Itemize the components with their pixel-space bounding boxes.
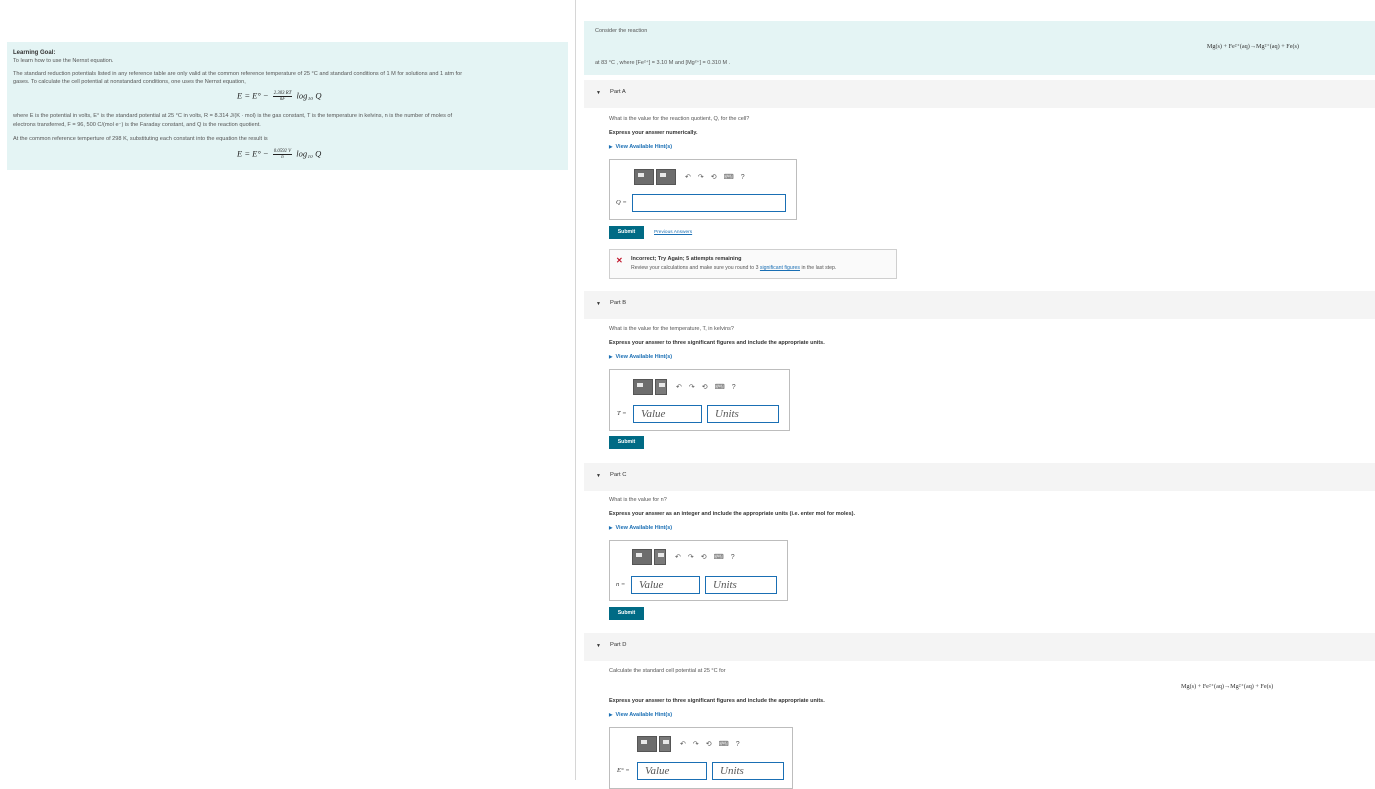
caret-down-icon: ▼ — [596, 90, 601, 96]
part-c-submit-button[interactable]: Submit — [609, 607, 644, 620]
help-icon[interactable]: ? — [736, 741, 740, 748]
undo-icon[interactable]: ↶ — [685, 173, 691, 181]
learning-goal-title: Learning Goal: — [13, 50, 56, 56]
part-d-label: Part D — [610, 642, 627, 648]
caret-right-icon: ▶ — [609, 525, 613, 530]
caret-right-icon: ▶ — [609, 144, 613, 149]
part-d-toolbar: ↶ ↷ ⟲ ⌨ ? — [637, 736, 740, 752]
t-label: T = — [617, 410, 627, 417]
incorrect-x-icon: ✕ — [616, 256, 623, 265]
part-b-answer-box: ↶ ↷ ⟲ ⌨ ? T = Value Units — [609, 369, 790, 431]
part-d-instruction: Express your answer to three significant… — [609, 698, 825, 704]
part-b-hint-link[interactable]: ▶ View Available Hint(s) — [609, 354, 672, 360]
units-tile-icon[interactable] — [659, 736, 671, 752]
units-tile-icon[interactable] — [654, 549, 666, 565]
templates-tile-icon[interactable] — [634, 169, 654, 185]
help-icon[interactable]: ? — [731, 554, 735, 561]
part-a-answer-box: ↶ ↷ ⟲ ⌨ ? Q = — [609, 159, 797, 220]
nernst-equation-298k: E = E° − 0.0592 Vn log₁₀ Q — [237, 148, 322, 160]
keyboard-icon[interactable]: ⌨ — [714, 553, 724, 561]
part-c-toolbar: ↶ ↷ ⟲ ⌨ ? — [632, 549, 735, 565]
templates-tile-icon[interactable] — [632, 549, 652, 565]
part-b-question: What is the value for the temperature, T… — [609, 326, 734, 332]
keyboard-icon[interactable]: ⌨ — [719, 740, 729, 748]
part-d-hint-link[interactable]: ▶ View Available Hint(s) — [609, 712, 672, 718]
goal-line-3: gases. To calculate the cell potential a… — [13, 79, 246, 85]
caret-right-icon: ▶ — [609, 354, 613, 359]
caret-down-icon: ▼ — [596, 301, 601, 307]
goal-line-2: The standard reduction potentials listed… — [13, 71, 463, 77]
part-c-answer-box: ↶ ↷ ⟲ ⌨ ? n = Value Units — [609, 540, 788, 601]
redo-icon[interactable]: ↷ — [698, 173, 704, 181]
part-a-feedback: ✕ Incorrect; Try Again; 5 attempts remai… — [609, 249, 897, 279]
part-d-header[interactable]: ▼ Part D — [584, 633, 1375, 661]
consider-text: Consider the reaction — [595, 28, 648, 34]
part-b-toolbar: ↶ ↷ ⟲ ⌨ ? — [633, 379, 736, 395]
problem-intro: Consider the reaction Mg(s) + Fe²⁺(aq)→M… — [584, 21, 1375, 75]
templates-tile-icon[interactable] — [633, 379, 653, 395]
goal-line-4: where E is the potential in volts, E° is… — [13, 113, 453, 119]
part-a-submit-button[interactable]: Submit — [609, 226, 644, 239]
goal-line-5: electrons transferred, F = 96, 500 C/(mo… — [13, 122, 261, 128]
conditions-text: at 83 °C , where [Fe²⁺] = 3.10 M and [Mg… — [595, 60, 731, 66]
reset-icon[interactable]: ⟲ — [702, 383, 708, 391]
keyboard-icon[interactable]: ⌨ — [715, 383, 725, 391]
redo-icon[interactable]: ↷ — [688, 553, 694, 561]
templates-tile-icon[interactable] — [637, 736, 657, 752]
undo-icon[interactable]: ↶ — [676, 383, 682, 391]
part-a-question: What is the value for the reaction quoti… — [609, 116, 750, 122]
sig-figs-link[interactable]: significant figures — [760, 265, 800, 271]
symbols-tile-icon[interactable] — [656, 169, 676, 185]
part-b-submit-button[interactable]: Submit — [609, 436, 644, 449]
part-a-header[interactable]: ▼ Part A — [584, 80, 1375, 108]
n-units-input[interactable]: Units — [705, 576, 777, 594]
reset-icon[interactable]: ⟲ — [701, 553, 707, 561]
part-a-instruction: Express your answer numerically. — [609, 130, 698, 136]
caret-down-icon: ▼ — [596, 643, 601, 649]
pane-divider — [575, 0, 576, 780]
part-c-hint-link[interactable]: ▶ View Available Hint(s) — [609, 525, 672, 531]
part-b-header[interactable]: ▼ Part B — [584, 291, 1375, 319]
q-label: Q = — [616, 199, 627, 206]
feedback-title: Incorrect; Try Again; 5 attempts remaini… — [631, 256, 742, 262]
units-tile-icon[interactable] — [655, 379, 667, 395]
part-d-reaction: Mg(s) + Fe²⁺(aq)→Mg²⁺(aq) + Fe(s) — [1181, 683, 1274, 690]
part-c-instruction: Express your answer as an integer and in… — [609, 511, 856, 517]
redo-icon[interactable]: ↷ — [693, 740, 699, 748]
part-b-instruction: Express your answer to three significant… — [609, 340, 825, 346]
part-a-label: Part A — [610, 89, 626, 95]
n-value-input[interactable]: Value — [631, 576, 700, 594]
feedback-text: Review your calculations and make sure y… — [631, 265, 837, 271]
part-d-question: Calculate the standard cell potential at… — [609, 668, 726, 674]
goal-line-1: To learn how to use the Nernst equation. — [13, 58, 114, 64]
reset-icon[interactable]: ⟲ — [706, 740, 712, 748]
part-b-label: Part B — [610, 300, 627, 306]
t-units-input[interactable]: Units — [707, 405, 779, 423]
part-c-question: What is the value for n? — [609, 497, 667, 503]
part-a-hint-link[interactable]: ▶ View Available Hint(s) — [609, 144, 672, 150]
help-icon[interactable]: ? — [741, 174, 745, 181]
help-icon[interactable]: ? — [732, 384, 736, 391]
e0-units-input[interactable]: Units — [712, 762, 784, 780]
learning-goal-panel: Learning Goal: To learn how to use the N… — [7, 42, 568, 170]
e0-value-input[interactable]: Value — [637, 762, 707, 780]
keyboard-icon[interactable]: ⌨ — [724, 173, 734, 181]
reset-icon[interactable]: ⟲ — [711, 173, 717, 181]
t-value-input[interactable]: Value — [633, 405, 702, 423]
caret-right-icon: ▶ — [609, 712, 613, 717]
previous-answers-link[interactable]: Previous Answers — [654, 230, 692, 235]
part-c-label: Part C — [610, 472, 627, 478]
redo-icon[interactable]: ↷ — [689, 383, 695, 391]
goal-line-6: At the common reference temperture of 29… — [13, 136, 268, 142]
part-c-header[interactable]: ▼ Part C — [584, 463, 1375, 491]
q-input[interactable] — [632, 194, 786, 212]
undo-icon[interactable]: ↶ — [675, 553, 681, 561]
reaction-equation: Mg(s) + Fe²⁺(aq)→Mg²⁺(aq) + Fe(s) — [1206, 43, 1299, 50]
part-a-toolbar: ↶ ↷ ⟲ ⌨ ? — [634, 169, 745, 185]
undo-icon[interactable]: ↶ — [680, 740, 686, 748]
n-label: n = — [616, 581, 626, 588]
e0-label: E° = — [617, 767, 630, 774]
nernst-equation: E = E° − 2.303 RT nF log₁₀ Q — [237, 90, 322, 102]
caret-down-icon: ▼ — [596, 473, 601, 479]
